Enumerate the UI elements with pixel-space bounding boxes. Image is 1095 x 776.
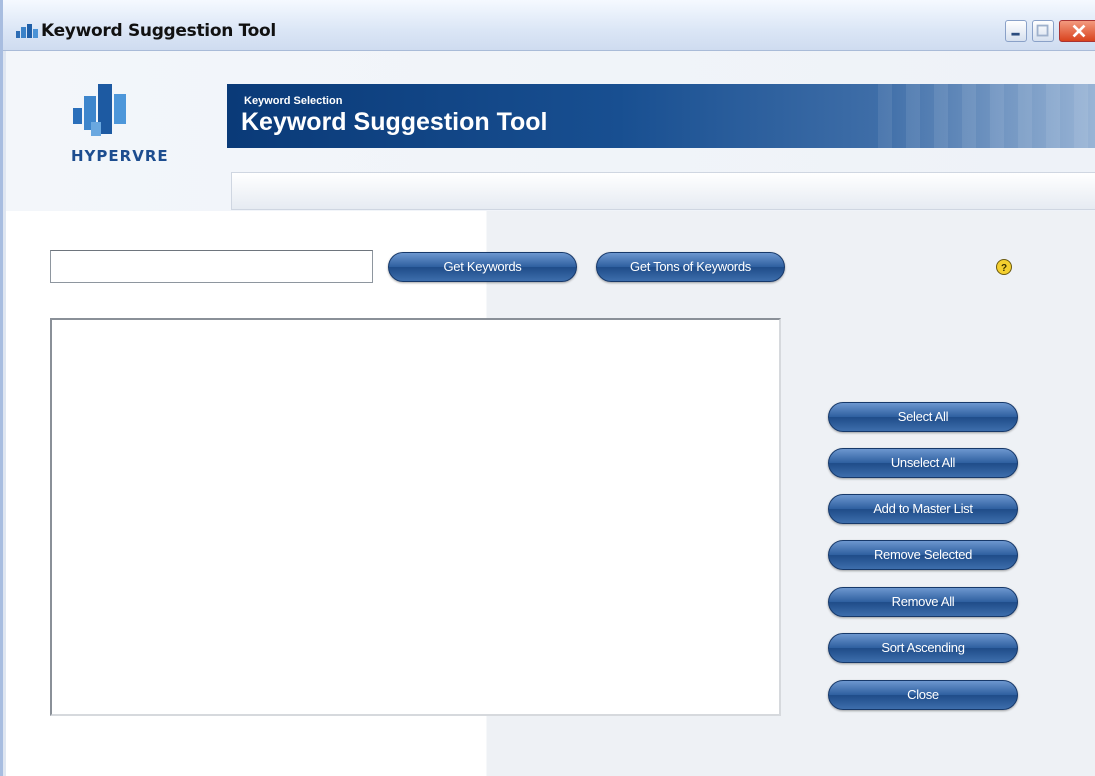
get-tons-of-keywords-button[interactable]: Get Tons of Keywords — [596, 252, 785, 282]
get-keywords-button[interactable]: Get Keywords — [388, 252, 577, 282]
app-logo-icon — [16, 24, 38, 38]
keyword-list[interactable] — [50, 318, 781, 716]
maximize-icon — [1036, 24, 1049, 37]
window-title: Keyword Suggestion Tool — [41, 21, 276, 41]
help-icon[interactable]: ? — [995, 258, 1013, 276]
close-window-button[interactable] — [1059, 20, 1095, 42]
keyword-input[interactable] — [50, 250, 373, 283]
banner-title: Keyword Suggestion Tool — [241, 108, 548, 136]
remove-all-button[interactable]: Remove All — [828, 587, 1018, 617]
add-to-master-list-button[interactable]: Add to Master List — [828, 494, 1018, 524]
hypervre-logo-icon — [73, 84, 126, 136]
banner-subtitle: Keyword Selection — [244, 95, 343, 107]
svg-text:?: ? — [1001, 263, 1007, 274]
minimize-icon — [1011, 32, 1020, 36]
logo-text: HYPERVRE — [71, 147, 169, 165]
unselect-all-button[interactable]: Unselect All — [828, 448, 1018, 478]
title-bar[interactable]: Keyword Suggestion Tool — [3, 0, 1095, 51]
minimize-button[interactable] — [1005, 20, 1027, 42]
close-icon — [1072, 24, 1086, 38]
maximize-button[interactable] — [1032, 20, 1054, 42]
sub-toolbar — [231, 172, 1095, 210]
banner-decoration — [878, 84, 1095, 148]
app-window: Keyword Suggestion Tool HYPERVRE Keyword… — [0, 0, 1095, 776]
close-button[interactable]: Close — [828, 680, 1018, 710]
remove-selected-button[interactable]: Remove Selected — [828, 540, 1018, 570]
select-all-button[interactable]: Select All — [828, 402, 1018, 432]
sort-ascending-button[interactable]: Sort Ascending — [828, 633, 1018, 663]
